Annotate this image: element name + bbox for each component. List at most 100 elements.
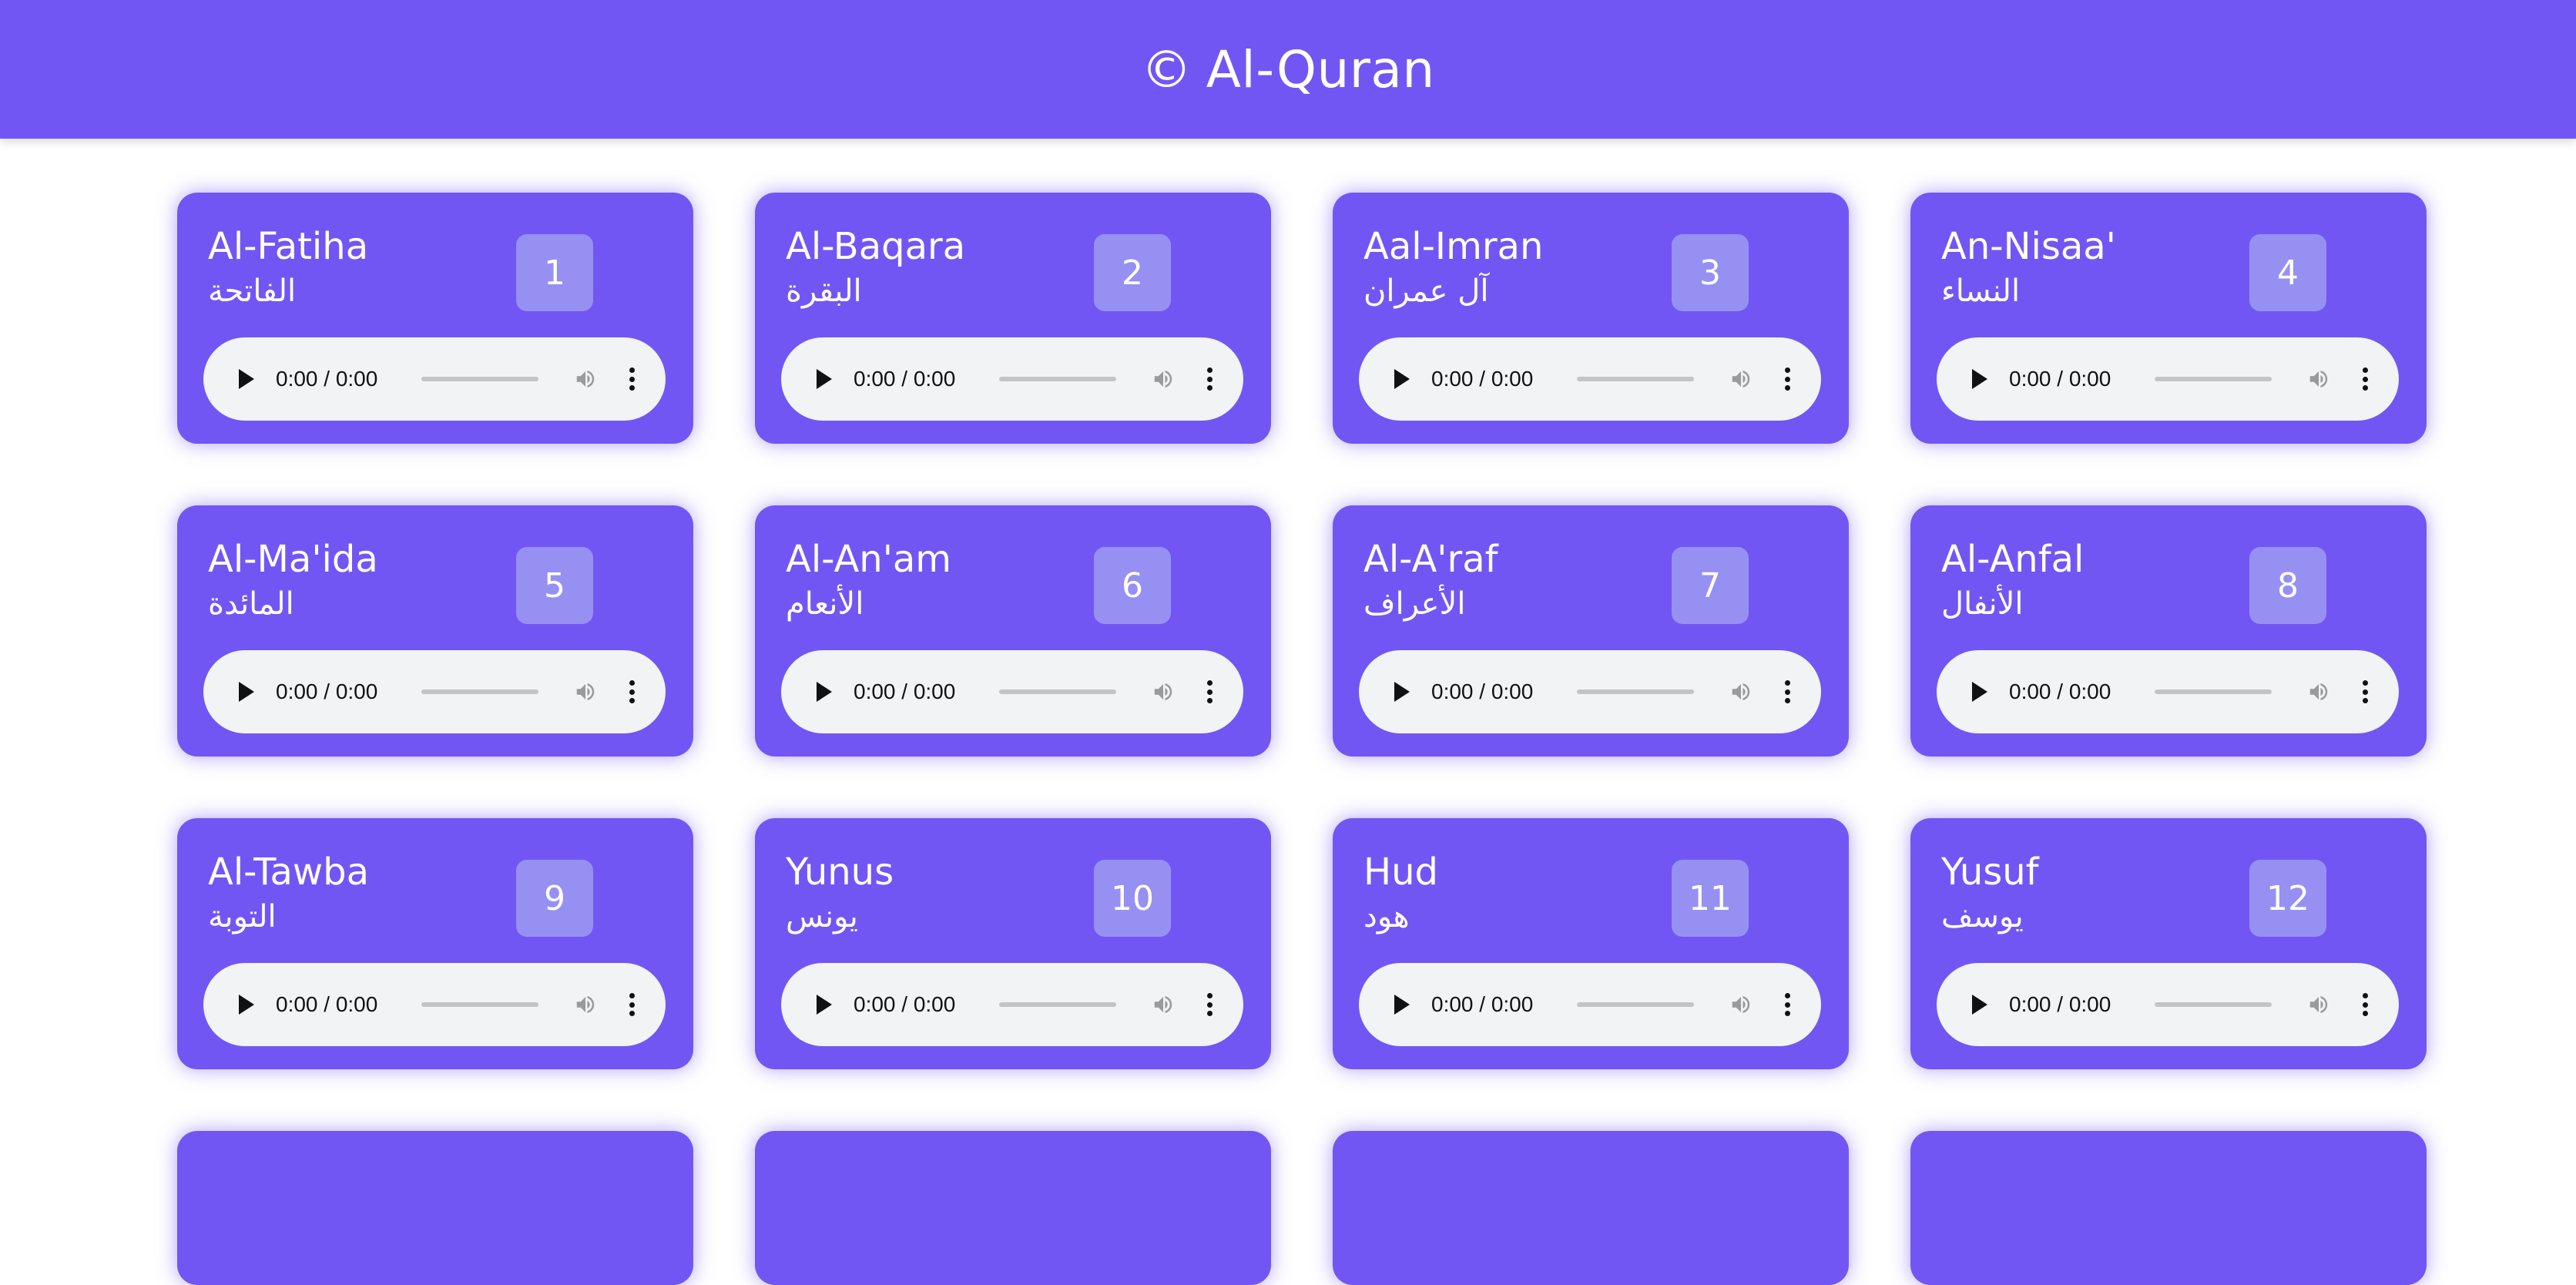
volume-icon[interactable] — [2307, 680, 2330, 703]
volume-icon[interactable] — [2307, 993, 2330, 1016]
play-icon[interactable] — [239, 369, 254, 389]
more-options-dot — [629, 680, 635, 686]
surah-card: Al-Ma'ida المائدة 5 0:00 / 0:00 — [177, 505, 693, 757]
audio-player[interactable]: 0:00 / 0:00 — [203, 650, 666, 733]
audio-player[interactable]: 0:00 / 0:00 — [203, 963, 666, 1046]
volume-icon[interactable] — [574, 993, 597, 1016]
seek-bar[interactable] — [2155, 1002, 2272, 1007]
more-options-icon[interactable] — [1784, 993, 1790, 1016]
more-options-icon[interactable] — [629, 680, 635, 703]
volume-icon[interactable] — [1729, 993, 1753, 1016]
seek-bar[interactable] — [421, 1002, 538, 1007]
audio-player[interactable]: 0:00 / 0:00 — [203, 337, 666, 421]
play-icon[interactable] — [1972, 369, 1987, 389]
surah-card: Aal-Imran آل عمران 3 0:00 / 0:00 — [1333, 193, 1849, 444]
surah-names: An-Nisaa' النساء — [1941, 223, 2116, 313]
volume-icon[interactable] — [1152, 367, 1175, 391]
audio-player[interactable]: 0:00 / 0:00 — [1937, 650, 2399, 733]
surah-card: Al-Anfal الأنفال 8 0:00 / 0:00 — [1910, 505, 2427, 757]
volume-icon[interactable] — [1729, 367, 1753, 391]
surah-number-badge: 5 — [516, 547, 593, 624]
more-options-icon[interactable] — [1206, 993, 1213, 1016]
play-icon[interactable] — [1394, 682, 1410, 702]
more-options-dot — [1206, 680, 1213, 686]
seek-bar[interactable] — [421, 689, 538, 694]
volume-icon[interactable] — [574, 367, 597, 391]
seek-bar[interactable] — [999, 689, 1116, 694]
more-options-icon[interactable] — [2362, 367, 2368, 391]
more-options-dot — [1784, 1001, 1790, 1008]
surah-card: An-Nisaa' النساء 4 0:00 / 0:00 — [1910, 193, 2427, 444]
volume-icon[interactable] — [1152, 680, 1175, 703]
more-options-dot — [1206, 1001, 1213, 1008]
seek-bar[interactable] — [999, 377, 1116, 381]
audio-time: 0:00 / 0:00 — [276, 367, 378, 391]
audio-player[interactable]: 0:00 / 0:00 — [781, 650, 1243, 733]
play-icon[interactable] — [817, 682, 832, 702]
surah-card: Al-Baqara البقرة 2 0:00 / 0:00 — [755, 193, 1271, 444]
more-options-icon[interactable] — [1784, 680, 1790, 703]
surah-name-arabic: هود — [1363, 899, 1410, 934]
volume-icon[interactable] — [2307, 367, 2330, 391]
more-options-dot — [2362, 376, 2368, 382]
surah-number-badge: 1 — [516, 234, 593, 311]
seek-bar[interactable] — [421, 377, 538, 381]
seek-bar[interactable] — [999, 1002, 1116, 1007]
surah-name-english: Al-Baqara — [786, 225, 966, 268]
more-options-dot — [2362, 689, 2368, 695]
seek-bar[interactable] — [2155, 689, 2272, 694]
more-options-icon[interactable] — [1206, 680, 1213, 703]
play-icon[interactable] — [1972, 682, 1987, 702]
seek-bar[interactable] — [1577, 377, 1694, 381]
audio-player[interactable]: 0:00 / 0:00 — [1359, 963, 1821, 1046]
surah-names: Al-Fatiha الفاتحة — [208, 223, 368, 313]
surah-names: Al-An'am الأنعام — [786, 536, 951, 626]
audio-time: 0:00 / 0:00 — [276, 992, 378, 1016]
more-options-icon[interactable] — [2362, 680, 2368, 703]
play-icon[interactable] — [1394, 369, 1410, 389]
more-options-dot — [2362, 385, 2368, 391]
more-options-icon[interactable] — [629, 993, 635, 1016]
surah-number-badge: 8 — [2249, 547, 2326, 624]
audio-player[interactable]: 0:00 / 0:00 — [1937, 337, 2399, 421]
surah-name-arabic: يونس — [786, 899, 858, 934]
volume-icon-svg — [2309, 371, 2327, 388]
play-icon[interactable] — [1394, 995, 1410, 1015]
surah-name-arabic: يوسف — [1941, 899, 2024, 934]
audio-player[interactable]: 0:00 / 0:00 — [781, 963, 1243, 1046]
audio-player[interactable]: 0:00 / 0:00 — [1937, 963, 2399, 1046]
volume-icon[interactable] — [1729, 680, 1753, 703]
volume-icon[interactable] — [574, 680, 597, 703]
audio-time: 0:00 / 0:00 — [276, 679, 378, 703]
more-options-dot — [1206, 1011, 1213, 1016]
surah-card: Hud هود 11 0:00 / 0:00 — [1333, 818, 1849, 1069]
more-options-icon[interactable] — [2362, 993, 2368, 1016]
audio-time: 0:00 / 0:00 — [854, 367, 956, 391]
more-options-dot — [2362, 1011, 2368, 1016]
seek-bar[interactable] — [2155, 377, 2272, 381]
more-options-icon[interactable] — [1206, 367, 1213, 391]
surah-name-arabic: التوبة — [208, 899, 277, 934]
more-options-icon[interactable] — [1784, 367, 1790, 391]
play-icon[interactable] — [1972, 995, 1987, 1015]
volume-icon[interactable] — [1152, 993, 1175, 1016]
play-icon[interactable] — [239, 995, 254, 1015]
audio-player[interactable]: 0:00 / 0:00 — [1359, 650, 1821, 733]
more-options-dot — [1206, 689, 1213, 695]
more-options-dot — [2362, 1001, 2368, 1008]
audio-time: 0:00 / 0:00 — [1431, 992, 1534, 1016]
more-options-icon[interactable] — [629, 367, 635, 391]
seek-bar[interactable] — [1577, 689, 1694, 694]
audio-player[interactable]: 0:00 / 0:00 — [781, 337, 1243, 421]
play-icon[interactable] — [239, 682, 254, 702]
surah-card — [1910, 1131, 2427, 1285]
play-icon[interactable] — [817, 369, 832, 389]
seek-bar[interactable] — [1577, 1002, 1694, 1007]
surah-name-english: Yunus — [786, 851, 894, 894]
surah-name-arabic: آل عمران — [1363, 273, 1489, 309]
play-icon[interactable] — [817, 995, 832, 1015]
surah-name-english: Al-Tawba — [208, 851, 370, 894]
surah-card — [1333, 1131, 1849, 1285]
surah-card — [177, 1131, 693, 1285]
audio-player[interactable]: 0:00 / 0:00 — [1359, 337, 1821, 421]
